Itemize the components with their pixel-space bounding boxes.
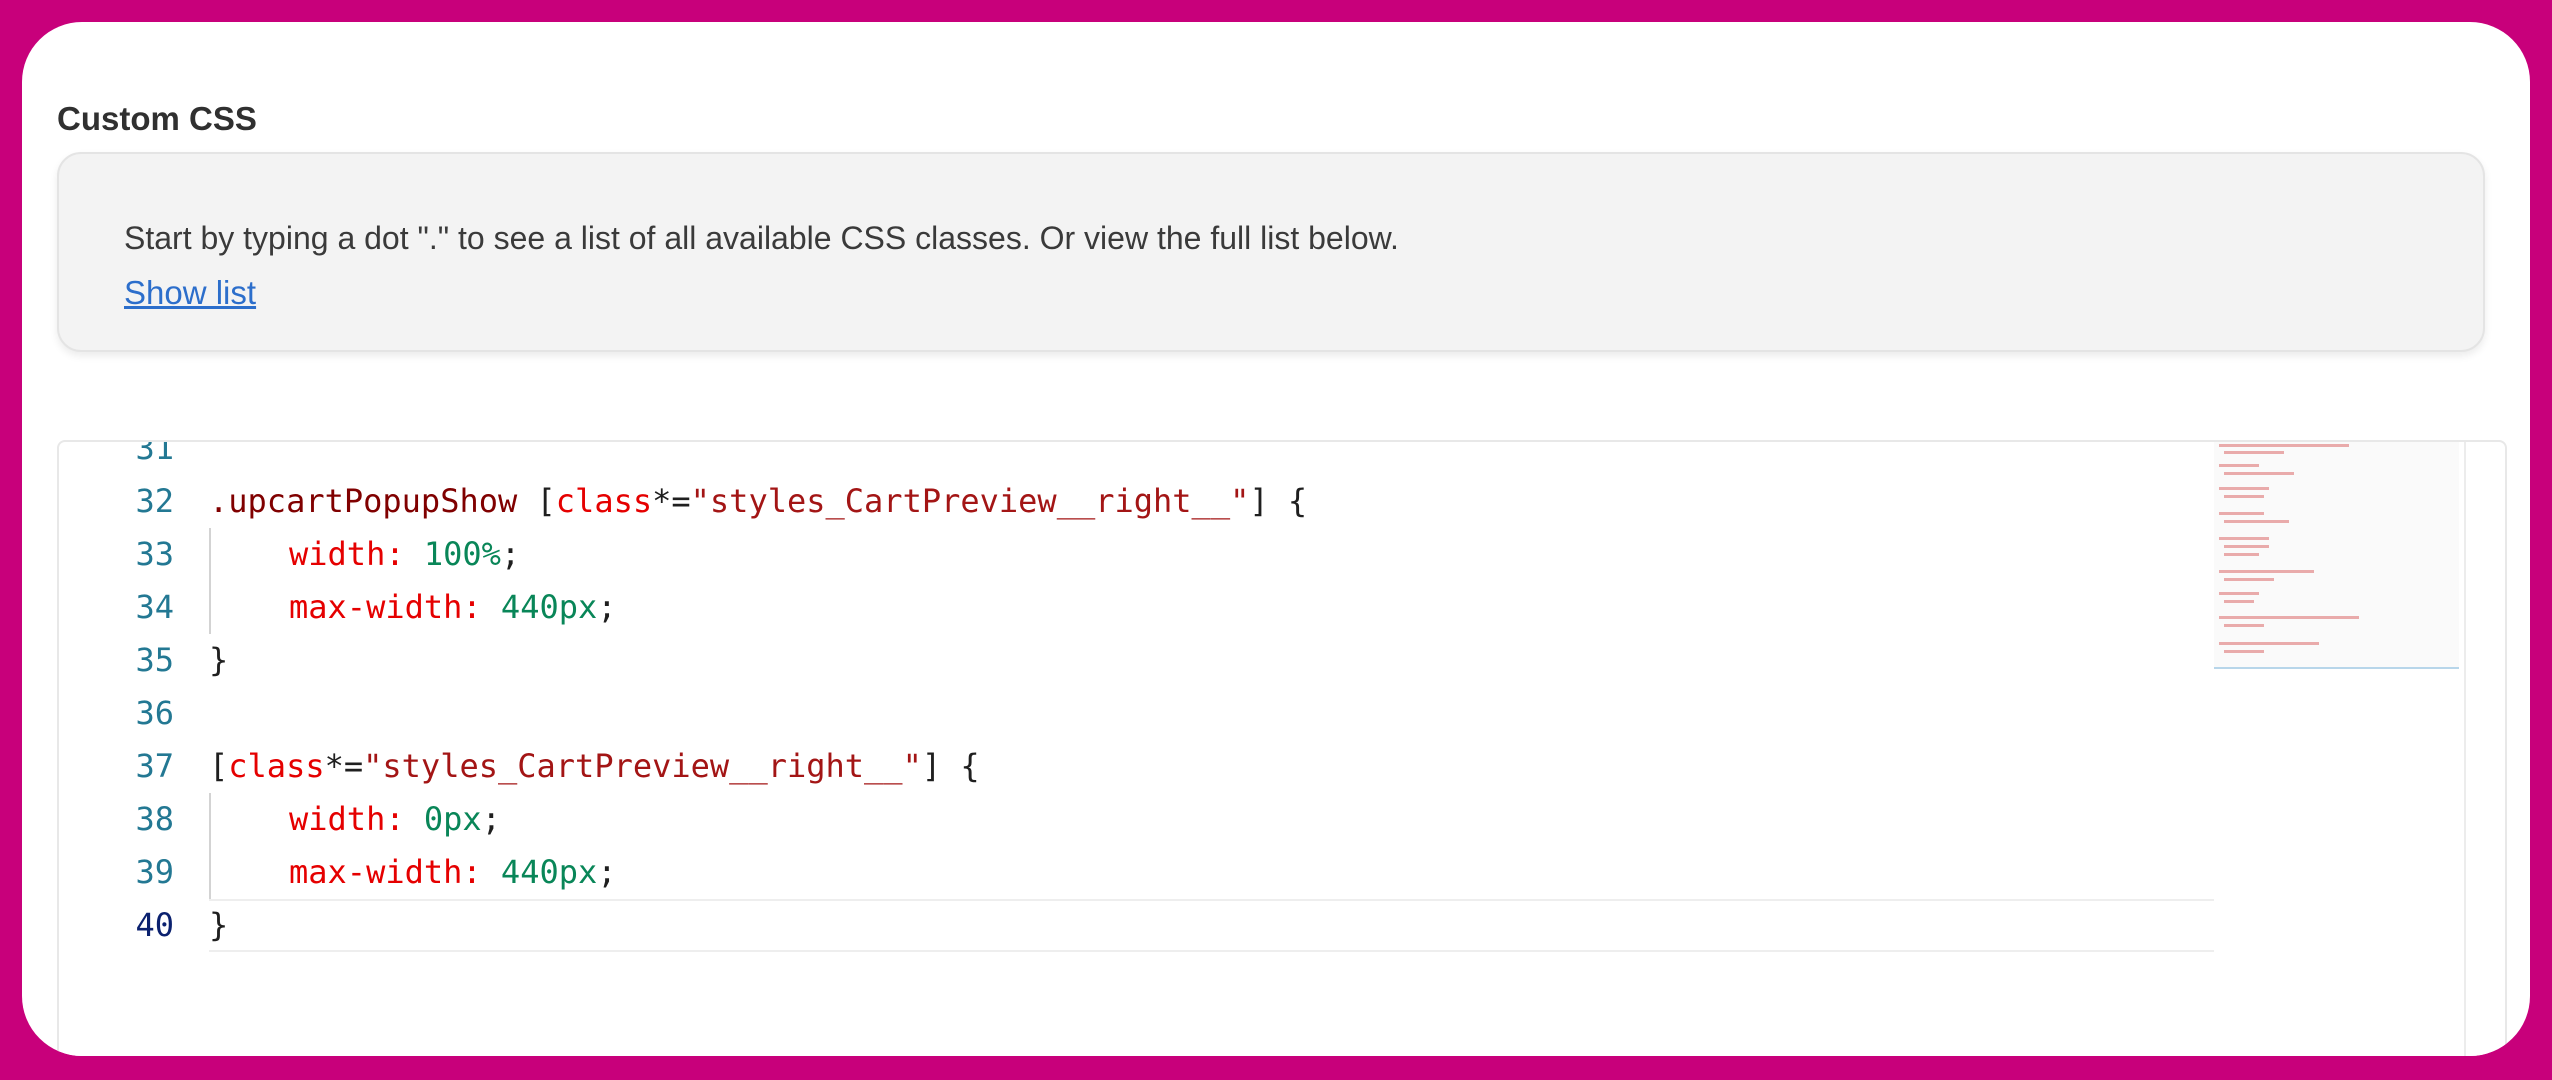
code-line-40: } [209,906,229,944]
css-property: width: [289,535,405,573]
css-property: width: [289,800,405,838]
minimap-line [2219,487,2269,490]
code-minimap[interactable] [2214,442,2459,1056]
css-value: 440px [500,588,598,626]
attribute-value: "styles_CartPreview__right__" [690,482,1250,520]
semicolon: ; [500,535,521,573]
code-line-32: .upcartPopupShow [class*="styles_CartPre… [209,475,1307,528]
code-area[interactable]: .upcartPopupShow [class*="styles_CartPre… [209,442,2214,1056]
minimap-line [2224,451,2284,454]
custom-css-panel: Custom CSS Start by typing a dot "." to … [22,22,2530,1056]
line-number: 31 [135,440,174,467]
indent-guide [209,793,211,899]
line-number: 39 [135,853,174,891]
line-number: 32 [135,482,174,520]
code-line-39: max-width: 440px; [289,846,617,899]
css-value: 440px [500,853,598,891]
line-number: 36 [135,694,174,732]
operator: *= [652,482,691,520]
vertical-scrollbar[interactable] [2464,442,2504,1056]
minimap-line [2224,624,2264,627]
line-number: 33 [135,535,174,573]
semicolon: ; [481,800,501,838]
line-number: 38 [135,800,174,838]
bracket: [ [209,747,229,785]
line-number-gutter: 31 32 33 34 35 36 37 38 39 40 [59,442,174,1056]
minimap-line [2224,520,2289,523]
current-line-highlight [209,899,2214,952]
code-line-33: width: 100%; [289,528,520,581]
minimap-line [2219,592,2259,595]
code-line-37: [class*="styles_CartPreview__right__"] { [209,740,980,793]
semicolon: ; [597,853,617,891]
css-value: 100% [423,535,501,573]
info-text: Start by typing a dot "." to see a list … [124,220,1399,256]
css-selector: .upcartPopupShow [209,482,518,520]
minimap-line [2224,472,2294,475]
minimap-line [2224,495,2264,498]
minimap-line [2219,642,2319,645]
attribute-name: class [228,747,325,785]
css-value: 0px [423,800,482,838]
semicolon: ; [597,588,617,626]
minimap-line [2224,545,2269,548]
bracket-close: ] { [921,747,980,785]
info-banner: Start by typing a dot "." to see a list … [57,152,2485,352]
minimap-line [2219,616,2359,619]
line-number: 35 [135,641,174,679]
minimap-line [2219,537,2269,540]
minimap-line [2219,444,2349,447]
bracket-close: ] { [1249,482,1308,520]
code-line-35: } [209,641,229,679]
bracket: [ [536,482,556,520]
show-list-link[interactable]: Show list [124,274,256,312]
minimap-line [2219,570,2314,573]
line-number: 34 [135,588,174,626]
operator: *= [324,747,364,785]
line-number-active: 40 [135,906,174,944]
css-property: max-width: [289,588,482,626]
minimap-line [2219,512,2264,515]
indent-guide [209,528,211,634]
minimap-line [2224,553,2259,556]
section-title: Custom CSS [57,100,257,137]
attribute-value: "styles_CartPreview__right__" [363,747,922,785]
css-code-editor[interactable]: 31 32 33 34 35 36 37 38 39 40 .upcartPop… [57,440,2507,1056]
code-line-38: width: 0px; [289,793,501,846]
minimap-line [2224,650,2264,653]
minimap-line [2219,464,2259,467]
line-number: 37 [135,747,174,785]
css-property: max-width: [289,853,482,891]
minimap-line [2224,578,2274,581]
attribute-name: class [555,482,653,520]
code-line-34: max-width: 440px; [289,581,617,634]
minimap-line [2224,600,2254,603]
